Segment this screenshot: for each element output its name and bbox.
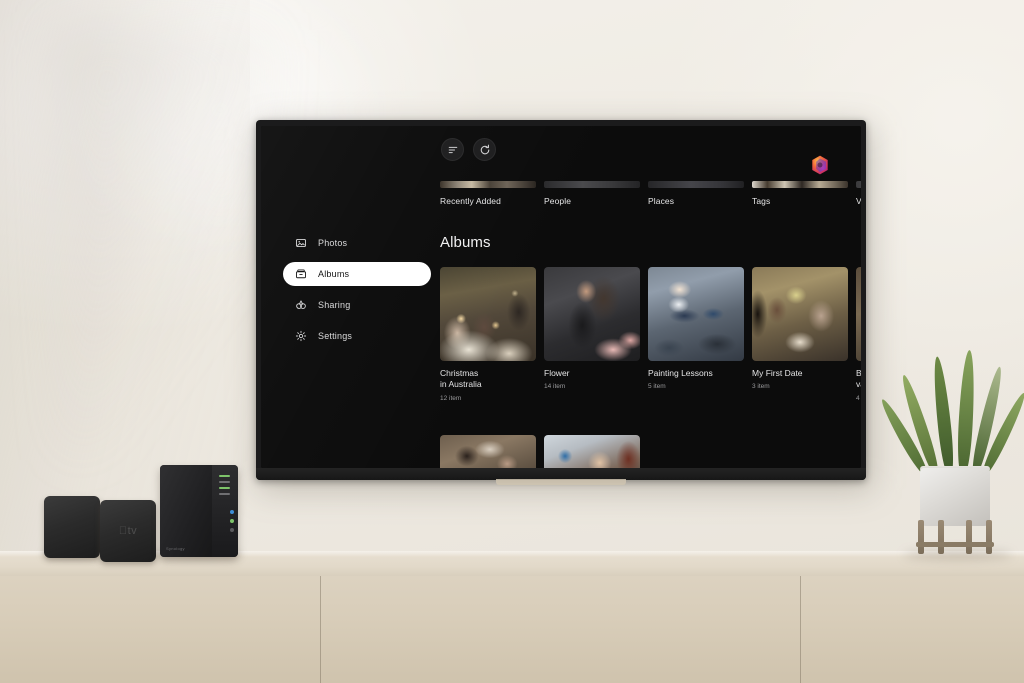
sidebar-item-label: Photos	[318, 238, 348, 248]
apple-tv-box-1	[44, 496, 100, 558]
category-label: Tags	[752, 196, 771, 206]
album-title: Bi va	[856, 368, 861, 390]
sidebar-item-label: Settings	[318, 331, 353, 341]
album-card[interactable]: Flower 14 item	[544, 267, 640, 390]
album-thumbnail[interactable]	[544, 435, 640, 468]
category-thumbnail	[544, 181, 640, 188]
sidebar-item-label: Sharing	[318, 300, 351, 310]
photos-app: Recently Added People Places Tags V Phot…	[261, 126, 861, 468]
album-item-count: 14 item	[544, 383, 566, 391]
potted-plant	[877, 338, 1024, 560]
category-strip: Recently Added People Places Tags V	[436, 181, 861, 221]
album-thumbnail	[752, 267, 848, 361]
room-scene: Recently Added People Places Tags V Phot…	[0, 0, 1024, 683]
sort-filter-icon	[448, 146, 457, 153]
album-title: Christmas in Australia	[440, 368, 482, 390]
category-label: People	[544, 196, 572, 206]
plant-pot	[920, 468, 990, 526]
photo-icon	[295, 237, 307, 249]
sideboard-seam	[320, 576, 321, 683]
album-thumbnail	[856, 267, 861, 361]
category-item[interactable]: People	[544, 181, 640, 206]
category-thumbnail	[648, 181, 744, 188]
album-thumbnail	[544, 267, 640, 361]
album-grid: Christmas in Australia 12 item Flower 14…	[436, 267, 861, 468]
sidebar: Photos Albums Sharing Settings	[283, 231, 431, 355]
category-item[interactable]: Recently Added	[440, 181, 536, 206]
nas-brand-label: Synology	[166, 546, 185, 551]
photos-hexagon-logo-icon	[812, 155, 828, 175]
album-card[interactable]: Painting Lessons 5 item	[648, 267, 744, 390]
app-toolbar	[261, 126, 861, 175]
nas-status-leds	[219, 475, 232, 499]
album-thumbnail	[648, 267, 744, 361]
plant-leaves	[877, 349, 1024, 477]
album-grid-second-row	[436, 435, 861, 468]
category-thumbnail	[440, 181, 536, 188]
category-item[interactable]: Vi	[856, 181, 861, 206]
page-title: Albums	[440, 234, 491, 251]
sideboard-body	[0, 576, 1024, 683]
album-card[interactable]: Christmas in Australia 12 item	[440, 267, 536, 402]
nas-front-panel	[160, 465, 214, 557]
plant-stand	[914, 520, 996, 554]
sidebar-item-settings[interactable]: Settings	[283, 324, 431, 348]
refresh-icon	[480, 144, 489, 154]
album-card[interactable]: My First Date 3 item	[752, 267, 848, 390]
tv-screen: Recently Added People Places Tags V Phot…	[261, 126, 861, 468]
nas-device: Synology	[160, 465, 238, 557]
category-label: Places	[648, 196, 675, 206]
refresh-button[interactable]	[473, 138, 496, 161]
sidebar-item-label: Albums	[318, 269, 350, 279]
sideboard-seam	[800, 576, 801, 683]
apple-tv-logo: tv	[119, 525, 137, 537]
album-card[interactable]: Bi va 4 i	[856, 267, 861, 402]
category-item[interactable]: Tags	[752, 181, 848, 206]
category-label: Recently Added	[440, 196, 501, 206]
album-item-count: 3 item	[752, 383, 770, 391]
category-item[interactable]: Places	[648, 181, 744, 206]
sidebar-item-albums[interactable]: Albums	[283, 262, 431, 286]
gear-icon	[295, 330, 307, 342]
category-thumbnail	[856, 181, 861, 188]
tv-mount-nub	[496, 479, 626, 485]
plant-shadow	[904, 550, 1012, 560]
album-box-icon	[295, 268, 307, 280]
nas-indicator-dots	[230, 510, 234, 537]
album-thumbnail	[440, 267, 536, 361]
album-item-count: 5 item	[648, 383, 666, 391]
album-title: Painting Lessons	[648, 368, 713, 378]
sort-filter-button[interactable]	[441, 138, 464, 161]
sharing-icon	[295, 299, 307, 311]
album-title: Flower	[544, 368, 570, 378]
category-label: Vi	[856, 196, 861, 206]
television: Recently Added People Places Tags V Phot…	[256, 120, 866, 485]
apple-tv-box-2: tv	[100, 500, 156, 562]
album-title: My First Date	[752, 368, 803, 378]
main-content: Albums Christmas in Australia 12 item Fl…	[436, 234, 861, 468]
album-item-count: 4 i	[856, 394, 861, 402]
album-thumbnail[interactable]	[440, 435, 536, 468]
sidebar-item-sharing[interactable]: Sharing	[283, 293, 431, 317]
album-item-count: 12 item	[440, 394, 462, 402]
sidebar-item-photos[interactable]: Photos	[283, 231, 431, 255]
category-thumbnail	[752, 181, 848, 188]
